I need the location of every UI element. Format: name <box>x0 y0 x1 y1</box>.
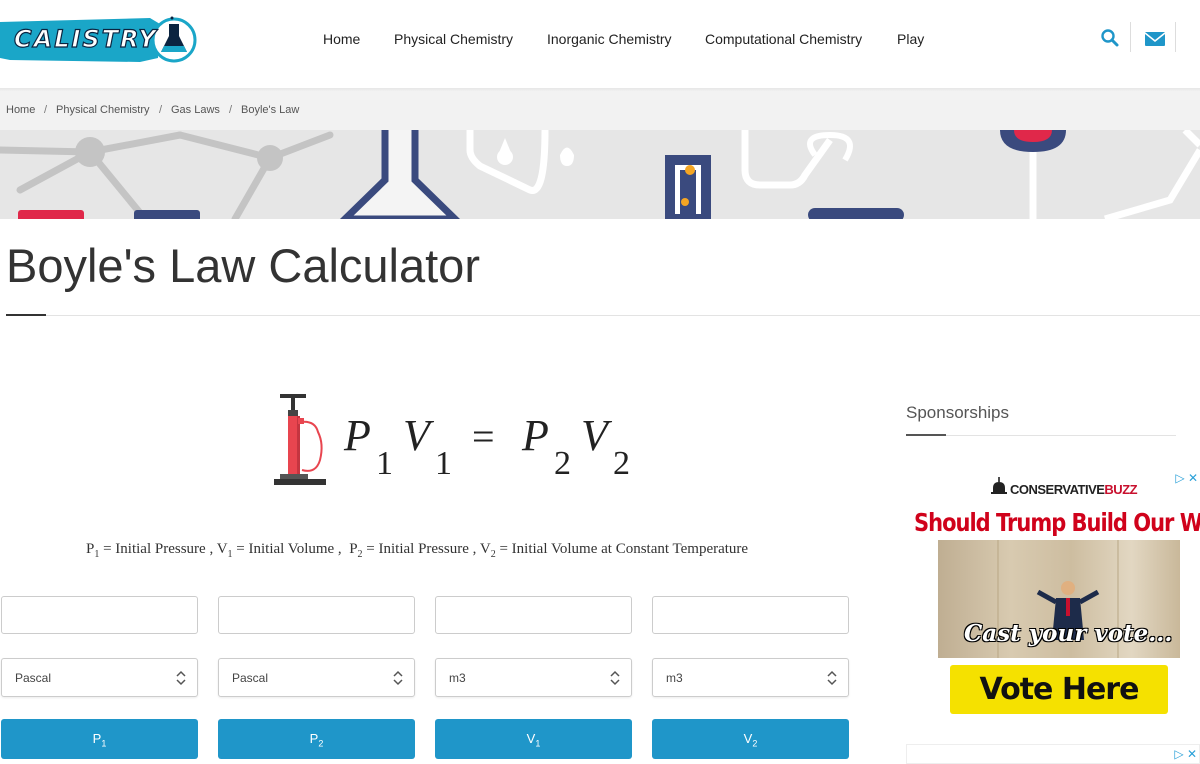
breadcrumb-separator: / <box>44 104 48 116</box>
select-chevron-icon <box>176 670 186 686</box>
select-chevron-icon <box>827 670 837 686</box>
ad-brand: CONSERVATIVEBUZZ <box>1010 482 1138 497</box>
legend-v2: V <box>479 541 491 557</box>
variable-legend: P1 = Initial Pressure , V1 = Initial Vol… <box>86 541 748 560</box>
v1-input[interactable] <box>435 596 632 634</box>
ad-choices-icon[interactable]: ▷ ✕ <box>1174 747 1197 761</box>
sponsorships-underline <box>906 434 946 436</box>
sponsorships-divider <box>946 435 1176 436</box>
ad-brand-a: CONSERVATIVE <box>1010 482 1105 497</box>
formula-p1: P <box>343 411 371 460</box>
p1-unit-value: Pascal <box>15 671 52 685</box>
chemistry-banner-illustration <box>0 130 1200 219</box>
p2-input[interactable] <box>218 596 415 634</box>
breadcrumb-separator: / <box>229 104 233 116</box>
button-sub: 2 <box>318 738 324 749</box>
formula-p2: P <box>521 411 549 460</box>
legend-v2-desc: = Initial Volume at Constant Temperature <box>495 541 749 557</box>
title-underline <box>6 314 46 316</box>
header-divider <box>1175 22 1176 52</box>
nav-home[interactable]: Home <box>323 31 360 47</box>
formula-sub-3: 2 <box>554 445 571 482</box>
nav-physical-chemistry[interactable]: Physical Chemistry <box>394 31 513 47</box>
formula-v1: V <box>403 411 435 460</box>
legend-v1-desc: = Initial Volume , <box>232 541 350 557</box>
breadcrumb-gas-laws[interactable]: Gas Laws <box>171 104 220 116</box>
breadcrumb-current: Boyle's Law <box>241 104 300 116</box>
capitol-dome-icon <box>991 477 1007 494</box>
v1-unit-value: m3 <box>449 671 466 685</box>
vote-here-button[interactable]: Vote Here <box>950 665 1168 714</box>
select-chevron-icon <box>610 670 620 686</box>
nav-computational-chemistry[interactable]: Computational Chemistry <box>705 31 862 47</box>
advertisement-banner-2[interactable]: ▷ ✕ <box>906 744 1200 764</box>
p1-unit-select[interactable]: Pascal <box>1 658 198 697</box>
page-title: Boyle's Law Calculator <box>6 239 480 292</box>
nav-play[interactable]: Play <box>897 31 924 47</box>
legend-p2: P <box>349 541 358 557</box>
p2-unit-value: Pascal <box>232 671 269 685</box>
boyles-law-formula: P 1 V 1 = P 2 V 2 <box>240 382 640 492</box>
button-sub: 1 <box>101 738 107 749</box>
ad-choices-icon[interactable]: ▷ ✕ <box>1175 471 1198 485</box>
ad-brand-b: BUZZ <box>1104 482 1138 497</box>
v2-unit-select[interactable]: m3 <box>652 658 849 697</box>
header-divider <box>1130 22 1131 52</box>
site-header: CALISTRY Home Physical Chemistry Inorgan… <box>0 0 1200 90</box>
calculate-p2-button[interactable]: P2 <box>218 719 415 759</box>
breadcrumb: Home / Physical Chemistry / Gas Laws / B… <box>0 92 1200 130</box>
v2-input[interactable] <box>652 596 849 634</box>
breadcrumb-separator: / <box>159 104 163 116</box>
p1-input[interactable] <box>1 596 198 634</box>
v2-unit-value: m3 <box>666 671 683 685</box>
calculate-p1-button[interactable]: P1 <box>1 719 198 759</box>
p2-unit-select[interactable]: Pascal <box>218 658 415 697</box>
formula-sub-2: 1 <box>435 445 452 482</box>
breadcrumb-home[interactable]: Home <box>6 104 35 116</box>
search-icon[interactable] <box>1097 26 1123 52</box>
advertisement-banner[interactable]: ▷ ✕ CONSERVATIVEBUZZ Should Trump Build … <box>906 468 1200 718</box>
title-divider <box>46 315 1200 316</box>
formula-equals: = <box>472 414 495 459</box>
calculate-v1-button[interactable]: V1 <box>435 719 632 759</box>
nav-inorganic-chemistry[interactable]: Inorganic Chemistry <box>547 31 672 47</box>
ad-tagline: Cast your vote... <box>964 620 1173 647</box>
calculate-v2-button[interactable]: V2 <box>652 719 849 759</box>
legend-p1-desc: = Initial Pressure , <box>99 541 217 557</box>
formula-v2: V <box>581 411 613 460</box>
button-sub: 1 <box>535 738 541 749</box>
mail-icon[interactable] <box>1142 26 1168 52</box>
breadcrumb-physical-chemistry[interactable]: Physical Chemistry <box>56 104 150 116</box>
button-sub: 2 <box>752 738 758 749</box>
hero-banner <box>0 130 1200 219</box>
select-chevron-icon <box>393 670 403 686</box>
formula-sub-1: 1 <box>376 445 393 482</box>
legend-v1: V <box>216 541 228 557</box>
legend-p2-desc: = Initial Pressure , <box>362 541 480 557</box>
air-pump-icon <box>274 394 326 485</box>
sponsorships-heading: Sponsorships <box>906 403 1010 422</box>
ad-headline: Should Trump Build Our Wall? <box>914 508 1200 537</box>
formula-sub-4: 2 <box>613 445 630 482</box>
v1-unit-select[interactable]: m3 <box>435 658 632 697</box>
main-nav: Home Physical Chemistry Inorganic Chemis… <box>0 31 1200 51</box>
